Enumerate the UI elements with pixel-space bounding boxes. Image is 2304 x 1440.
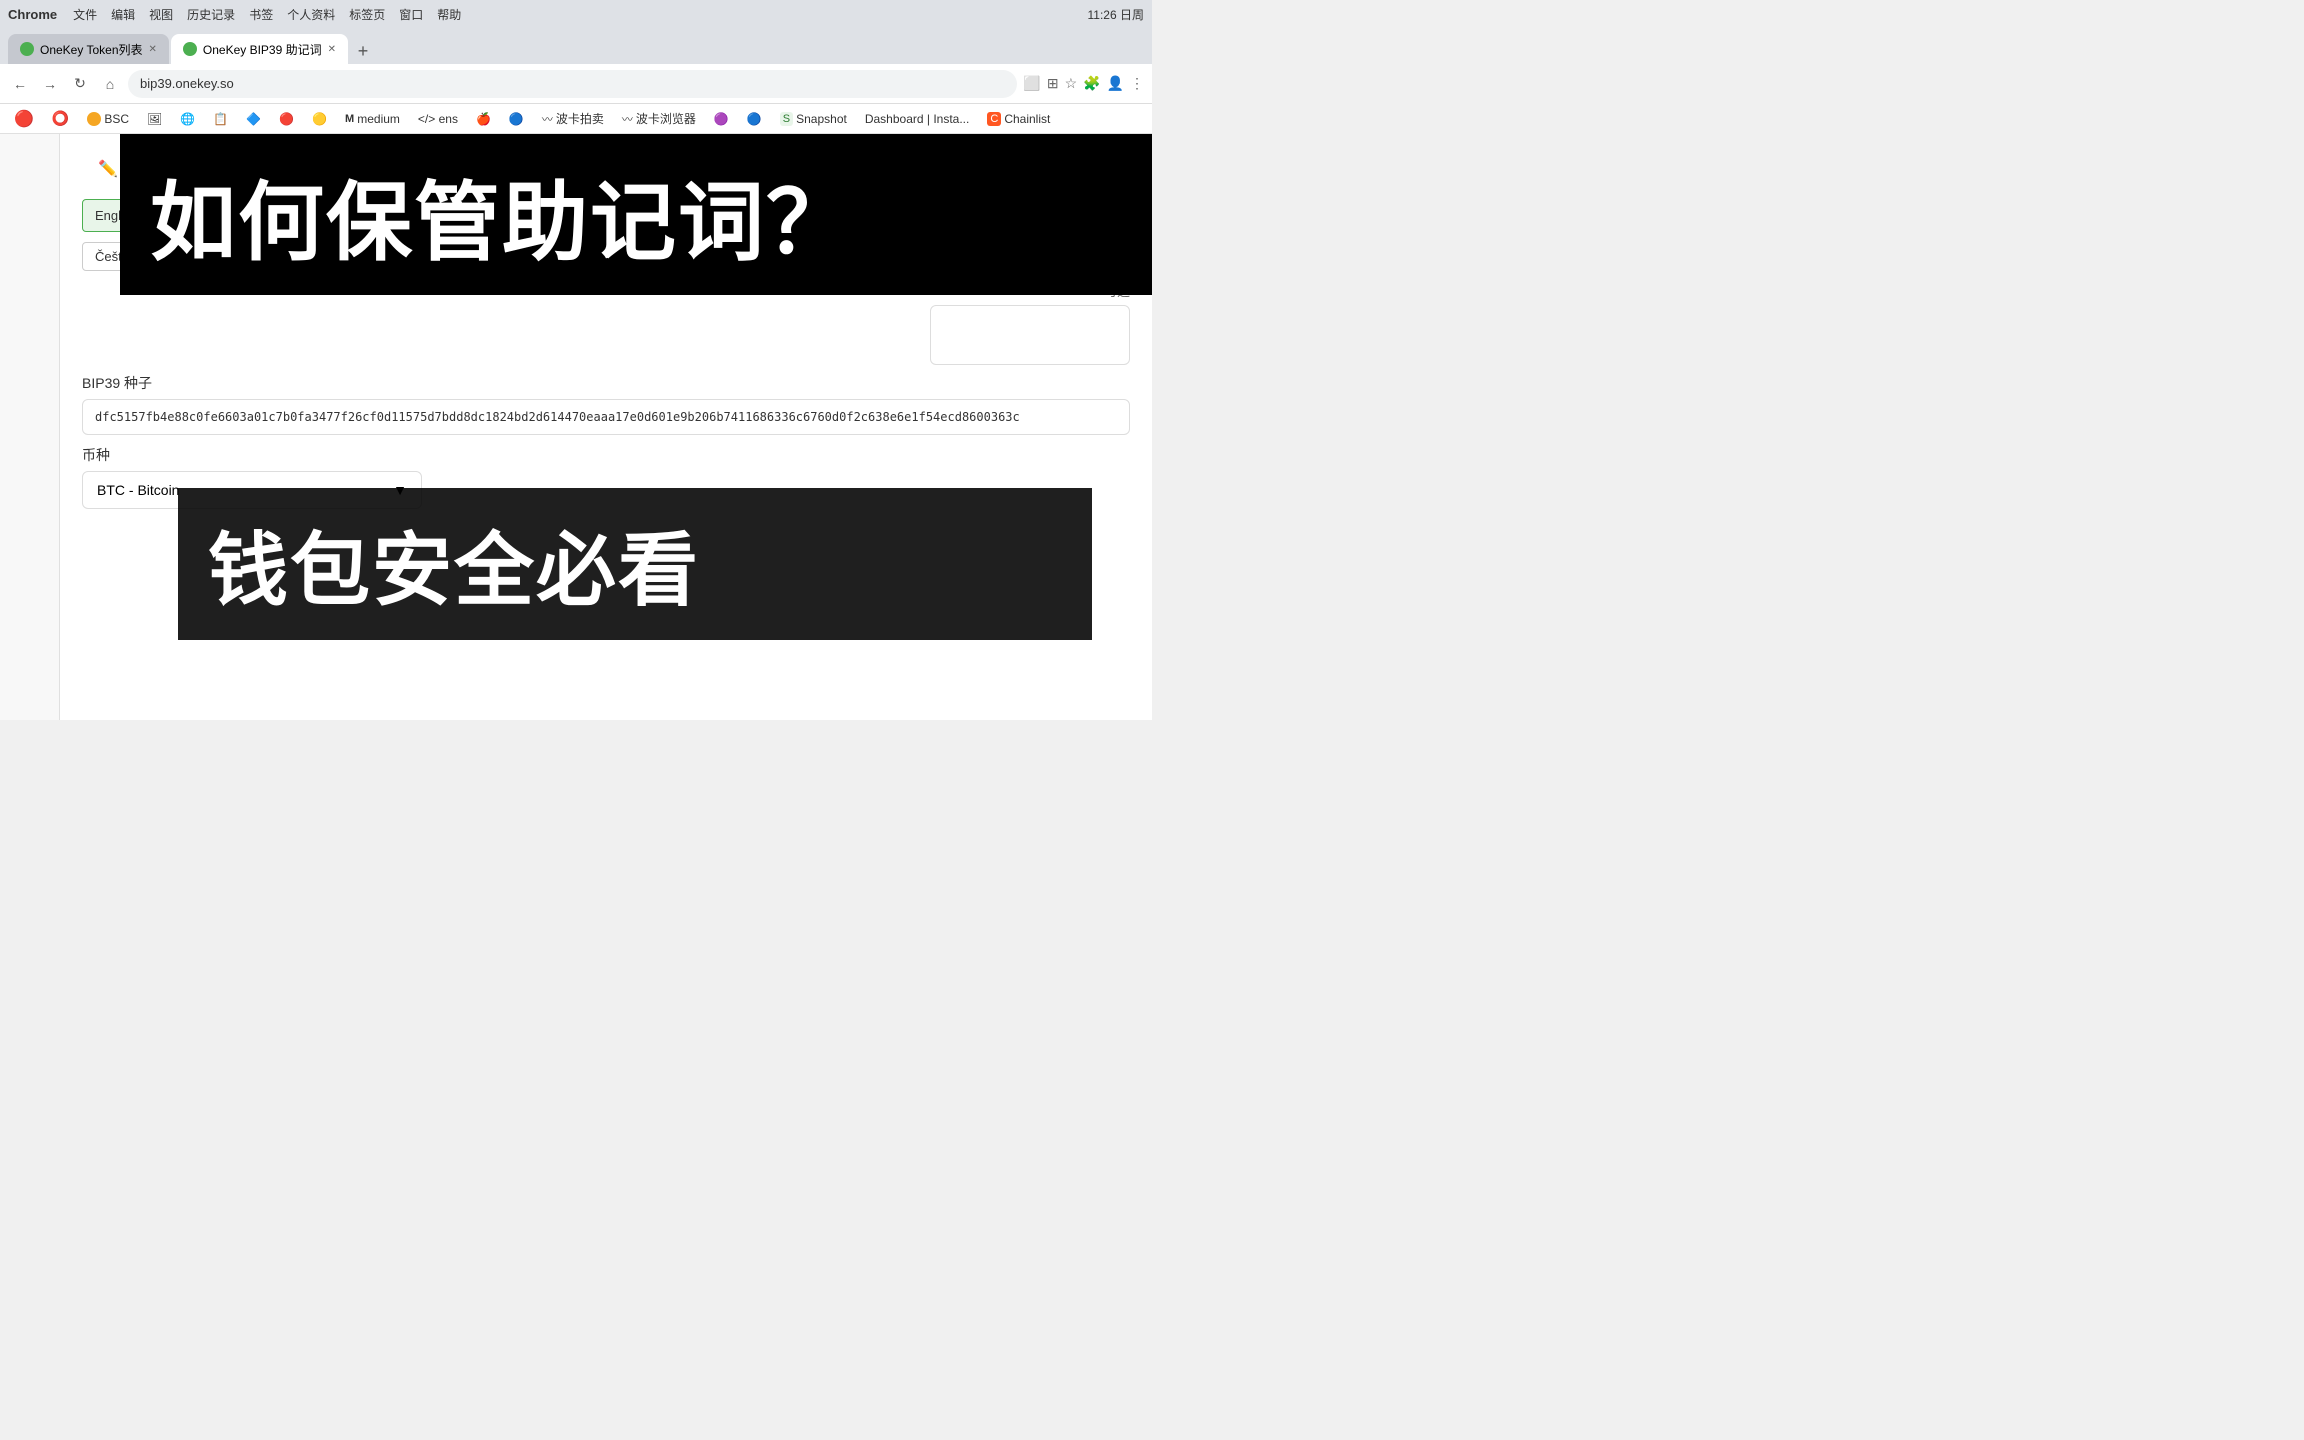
bookmark-icon9[interactable]: 🟣 [708,110,735,128]
bip39-label: BIP39 种子 [82,373,1130,393]
bookmark-circle-red[interactable]: 🔴 [8,107,40,131]
menu-dots[interactable]: ⋮ [1130,75,1144,92]
menu-edit[interactable]: 编辑 [111,6,135,23]
overlay-bottom: 钱包安全必看 [178,488,1092,640]
overlay-top: 如何保管助记词？ [120,134,1152,295]
bookmark-icon10[interactable]: 🔵 [741,110,768,128]
bookmark-medium[interactable]: M medium [339,110,406,128]
screen-cast-icon[interactable]: ⬜ [1023,75,1040,92]
home-button[interactable]: ⌂ [98,72,122,96]
bookmark-chainlist[interactable]: C Chainlist [981,110,1056,128]
reload-button[interactable]: ↻ [68,72,92,96]
time-display: 11:26 日周 [1088,6,1144,23]
menu-bookmarks[interactable]: 书签 [249,6,273,23]
menu-help[interactable]: 帮助 [437,6,461,23]
menu-view[interactable]: 视图 [149,6,173,23]
bookmarks-bar: 🔴 ⭕ BSC 🖼 🌐 📋 🔷 🔴 🟡 M medium </> ens 🍎 🔵… [0,104,1152,134]
bookmark-bsc[interactable]: BSC [81,110,135,128]
pen-icon: ✏️ [98,159,118,179]
main-content: ✏️ 助记词 12 个单词 ▼ ↻ 生成 [60,134,1152,720]
bookmark-icon8[interactable]: 🔵 [503,110,530,128]
bookmark-icon4[interactable]: 🔷 [240,110,267,128]
tab-label-2: OneKey BIP39 助记词 [203,41,322,58]
page-content: ✏️ 助记词 12 个单词 ▼ ↻ 生成 [0,134,1152,720]
sidebar [0,134,60,720]
tab-token-list[interactable]: OneKey Token列表 ✕ [8,34,169,64]
address-bar-icons: ⬜ ⊞ ☆ 🧩 👤 ⋮ [1023,75,1144,92]
menu-file[interactable]: 文件 [73,6,97,23]
currency-label: 币种 [82,445,1130,465]
inner-layout: ✏️ 助记词 12 个单词 ▼ ↻ 生成 [60,134,1152,720]
os-title-bar: Chrome 文件 编辑 视图 历史记录 书签 个人资料 标签页 窗口 帮助 1… [0,0,1152,28]
optional-textarea[interactable] [930,305,1130,365]
bookmark-snapshot[interactable]: S Snapshot [774,110,853,128]
overlay-bottom-text: 钱包安全必看 [208,526,700,615]
tab-bar: OneKey Token列表 ✕ OneKey BIP39 助记词 ✕ + [0,28,1152,64]
bookmark-ens[interactable]: </> ens [412,110,464,128]
browser-name: Chrome [8,7,57,22]
bookmark-icon6[interactable]: 🟡 [306,110,333,128]
forward-button[interactable]: → [38,72,62,96]
profile-icon[interactable]: 👤 [1107,75,1124,92]
overlay-top-text: 如何保管助记词？ [150,175,854,271]
url-input[interactable] [128,70,1017,98]
bookmark-icon1[interactable]: 🖼 [141,110,168,128]
bookmark-poka2[interactable]: 〰 波卡浏览器 [616,108,702,129]
star-icon[interactable]: ☆ [1065,75,1078,92]
menu-profile[interactable]: 个人资料 [287,6,335,23]
bookmark-icon2[interactable]: 🌐 [174,110,201,128]
bookmark-icon3[interactable]: 📋 [207,110,234,128]
bip39-value: dfc5157fb4e88c0fe6603a01c7b0fa3477f26cf0… [82,399,1130,435]
bip39-section: BIP39 种子 dfc5157fb4e88c0fe6603a01c7b0fa3… [82,373,1130,435]
tab-favicon-1 [20,42,34,56]
bookmark-circle-yellow[interactable]: ⭕ [46,108,75,129]
bookmark-poka1[interactable]: 〰 波卡拍卖 [536,108,610,129]
menu-bar: 文件 编辑 视图 历史记录 书签 个人资料 标签页 窗口 帮助 [73,6,461,23]
tab-label-1: OneKey Token列表 [40,41,143,58]
menu-tabs[interactable]: 标签页 [349,6,385,23]
back-button[interactable]: ← [8,72,32,96]
currency-value: BTC - Bitcoin [97,482,179,498]
os-right-icons: 11:26 日周 [1088,6,1144,23]
tab-close-2[interactable]: ✕ [328,44,336,55]
bookmark-dashboard[interactable]: Dashboard | Insta... [859,110,976,128]
extension-icon[interactable]: 🧩 [1083,75,1100,92]
bookmark-icon5[interactable]: 🔴 [273,110,300,128]
menu-window[interactable]: 窗口 [399,6,423,23]
tab-favicon-2 [183,42,197,56]
tab-bip39[interactable]: OneKey BIP39 助记词 ✕ [171,34,348,64]
tab-close-1[interactable]: ✕ [149,44,157,55]
bookmark-icon7[interactable]: 🍎 [470,110,497,128]
menu-history[interactable]: 历史记录 [187,6,235,23]
address-bar: ← → ↻ ⌂ ⬜ ⊞ ☆ 🧩 👤 ⋮ [0,64,1152,104]
grid-icon[interactable]: ⊞ [1047,75,1059,92]
new-tab-button[interactable]: + [350,38,376,64]
